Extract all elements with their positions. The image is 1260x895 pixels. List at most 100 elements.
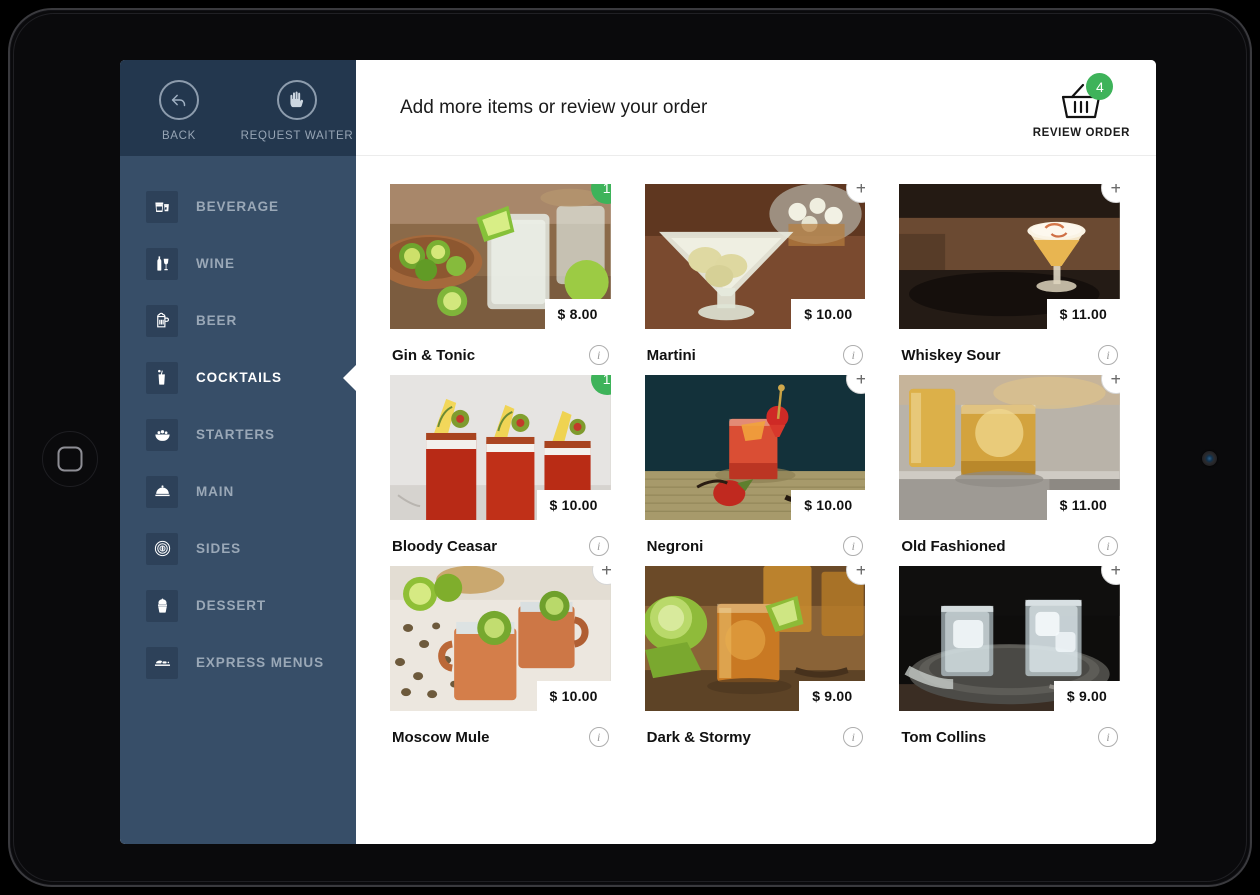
sidebar-item-dessert[interactable]: DESSERT (120, 577, 356, 634)
menu-card[interactable]: $ 10.00 + Martini i (644, 184, 866, 365)
top-bar: Add more items or review your order 4 RE… (356, 60, 1156, 156)
shopping-basket-icon: 4 (1055, 73, 1114, 124)
menu-card-footer: Gin & Tonic i (390, 329, 611, 365)
menu-card-title: Old Fashioned (901, 537, 1006, 555)
sidebar-item-cocktails[interactable]: COCKTAILS (120, 349, 357, 406)
menu-card-media[interactable]: $ 8.00 1 (390, 184, 611, 329)
sidebar-item-label: SIDES (196, 541, 242, 556)
active-indicator-arrow (343, 363, 357, 392)
info-icon[interactable]: i (843, 345, 864, 365)
main-content: Add more items or review your order 4 RE… (356, 60, 1156, 844)
sidebar-item-beer[interactable]: BEER (120, 292, 356, 349)
menu-card-footer: Whiskey Sour i (899, 329, 1120, 365)
sidebar-item-label: WINE (196, 256, 235, 271)
salad-bowl-icon (146, 418, 178, 451)
menu-card-title: Whiskey Sour (901, 346, 1001, 364)
info-icon[interactable]: i (843, 536, 864, 556)
menu-card-price: $ 9.00 (1053, 681, 1120, 711)
cloche-dish-icon (146, 475, 178, 508)
menu-card-media[interactable]: $ 10.00 1 (390, 375, 611, 520)
sidebar: BACK REQUEST WAITER BEVERAGE WINE BEER C… (120, 60, 357, 844)
info-icon[interactable]: i (588, 727, 609, 747)
menu-card-title: Martini (646, 346, 696, 364)
menu-card-title: Gin & Tonic (392, 346, 476, 364)
sidebar-item-label: BEER (196, 313, 238, 328)
menu-card-price: $ 11.00 (1046, 299, 1120, 329)
menu-card-media[interactable]: $ 11.00 + (899, 184, 1120, 329)
menu-card-media[interactable]: $ 10.00 + (644, 184, 866, 329)
menu-card[interactable]: $ 10.00 + Moscow Mule i (390, 566, 611, 747)
info-icon[interactable]: i (843, 727, 864, 747)
sidebar-item-label: MAIN (196, 484, 235, 499)
back-button-label: BACK (161, 130, 197, 142)
sidebar-item-beverage[interactable]: BEVERAGE (120, 178, 356, 235)
sidebar-item-main[interactable]: MAIN (120, 463, 356, 520)
sidebar-item-label: BEVERAGE (196, 199, 279, 214)
sidebar-item-starters[interactable]: STARTERS (120, 406, 356, 463)
menu-card-media[interactable]: $ 10.00 + (644, 375, 866, 520)
menu-card-footer: Moscow Mule i (390, 711, 611, 747)
info-icon[interactable]: i (1098, 727, 1118, 747)
menu-card[interactable]: $ 8.00 1 Gin & Tonic i (390, 184, 611, 365)
sidebar-menu-list: BEVERAGE WINE BEER COCKTAILS STARTERS MA… (120, 156, 357, 691)
sidebar-item-sides[interactable]: SIDES (120, 520, 356, 577)
home-button-square-icon (57, 446, 83, 472)
app-screen: BACK REQUEST WAITER BEVERAGE WINE BEER C… (120, 60, 1156, 844)
sidebar-item-label: STARTERS (196, 427, 275, 442)
menu-card-title: Negroni (646, 537, 704, 555)
menu-card[interactable]: $ 11.00 + Whiskey Sour i (899, 184, 1120, 365)
review-order-label: REVIEW ORDER (1032, 127, 1130, 139)
menu-card[interactable]: $ 9.00 + Tom Collins i (899, 566, 1120, 747)
menu-card-price: $ 11.00 (1046, 490, 1120, 520)
sidebar-item-express-menus[interactable]: EXPRESS MENUS (120, 634, 356, 691)
review-order-button[interactable]: 4 REVIEW ORDER (1032, 73, 1130, 139)
menu-card[interactable]: $ 10.00 + Negroni i (644, 375, 866, 556)
menu-card-footer: Martini i (645, 329, 866, 365)
menu-card-price: $ 10.00 (536, 490, 611, 520)
express-menu-icon (146, 646, 178, 679)
wine-bottle-glass-icon (146, 247, 178, 280)
menu-card-footer: Bloody Ceasar i (390, 520, 611, 556)
back-arrow-icon (159, 80, 199, 120)
menu-card-price: $ 10.00 (791, 299, 866, 329)
menu-card-title: Bloody Ceasar (392, 537, 498, 555)
menu-card[interactable]: $ 11.00 + Old Fashioned i (899, 375, 1120, 556)
info-icon[interactable]: i (588, 536, 609, 556)
menu-card-media[interactable]: $ 11.00 + (899, 375, 1120, 520)
front-camera (1202, 451, 1217, 466)
page-title: Add more items or review your order (400, 96, 708, 118)
menu-card-title: Dark & Stormy (646, 728, 751, 746)
menu-card[interactable]: $ 10.00 1 Bloody Ceasar i (390, 375, 611, 556)
sidebar-item-label: EXPRESS MENUS (196, 655, 324, 670)
beer-mug-icon (146, 304, 178, 337)
sidebar-item-label: COCKTAILS (196, 370, 282, 385)
info-icon[interactable]: i (588, 345, 609, 365)
back-button[interactable]: BACK (120, 80, 238, 142)
menu-card-price: $ 10.00 (791, 490, 866, 520)
home-button[interactable] (42, 431, 98, 487)
sidebar-header: BACK REQUEST WAITER (120, 60, 356, 156)
info-icon[interactable]: i (1098, 345, 1118, 365)
raised-hand-icon (277, 80, 317, 120)
request-waiter-label: REQUEST WAITER (240, 130, 354, 142)
menu-card-media[interactable]: $ 9.00 + (899, 566, 1120, 711)
menu-card-price: $ 9.00 (799, 681, 866, 711)
menu-card[interactable]: $ 9.00 + Dark & Stormy i (644, 566, 866, 747)
sides-bowl-icon (146, 532, 178, 565)
sidebar-item-label: DESSERT (196, 598, 267, 613)
cocktail-glass-icon (146, 361, 178, 394)
info-icon[interactable]: i (1098, 536, 1118, 556)
beverage-glass-icon (146, 190, 178, 223)
menu-card-title: Moscow Mule (392, 728, 490, 746)
sidebar-item-wine[interactable]: WINE (120, 235, 356, 292)
menu-card-footer: Old Fashioned i (899, 520, 1120, 556)
menu-card-footer: Tom Collins i (899, 711, 1120, 747)
basket-badge-count: 4 (1086, 73, 1114, 100)
menu-card-price: $ 8.00 (544, 299, 611, 329)
tablet-device: BACK REQUEST WAITER BEVERAGE WINE BEER C… (8, 8, 1252, 887)
menu-card-media[interactable]: $ 9.00 + (644, 566, 866, 711)
request-waiter-button[interactable]: REQUEST WAITER (238, 80, 356, 142)
menu-card-media[interactable]: $ 10.00 + (390, 566, 611, 711)
cupcake-icon (146, 589, 178, 622)
menu-item-grid: $ 8.00 1 Gin & Tonic i $ 10.00 + Martini… (356, 156, 1156, 844)
